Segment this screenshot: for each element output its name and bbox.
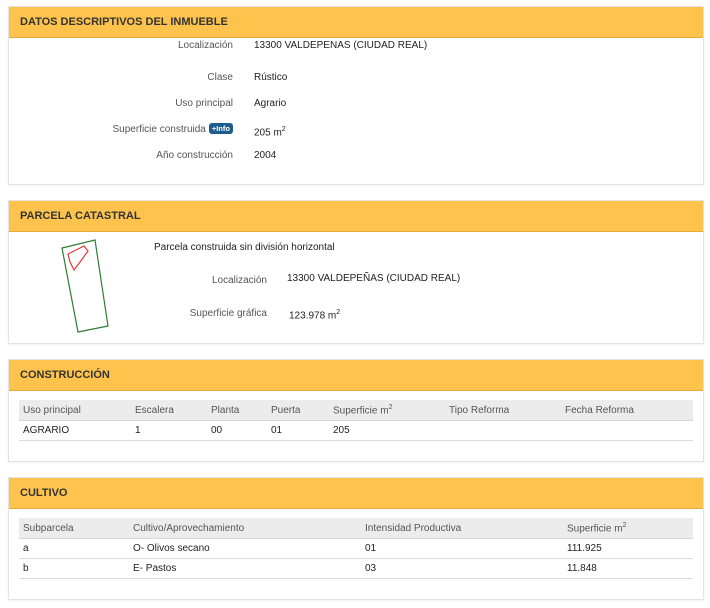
- construccion-cell-planta: 00: [207, 420, 267, 441]
- construccion-header-tipo-reforma: Tipo Reforma: [445, 400, 561, 421]
- inmueble-superficie-value: 205 m: [254, 127, 282, 139]
- inmueble-uso-label: Uso principal: [175, 98, 233, 109]
- info-badge-button[interactable]: +Info: [208, 123, 233, 134]
- construccion-header-uso: Uso principal: [19, 400, 131, 421]
- cultivo-header-superficie-group: Superficie m2: [563, 518, 693, 539]
- table-row: b E- Pastos 03 11.848: [19, 558, 693, 579]
- cultivo-cell-cultivo: O- Olivos secano: [129, 538, 361, 559]
- construccion-header-fecha-reforma: Fecha Reforma: [561, 400, 693, 421]
- construccion-cell-fecha-reforma: [561, 420, 693, 441]
- construccion-table: Uso principal Escalera Planta Puerta Sup…: [19, 400, 693, 441]
- construccion-cell-uso: AGRARIO: [19, 420, 131, 441]
- cultivo-cell-superficie: 11.848: [563, 558, 693, 579]
- cultivo-header-superficie: Superficie m: [567, 523, 623, 535]
- parcela-superficie-value-group: 123.978 m2: [289, 306, 340, 323]
- construccion-header-puerta: Puerta: [267, 400, 329, 421]
- cultivo-header-cultivo: Cultivo/Aprovechamiento: [129, 518, 361, 539]
- construccion-cell-escalera: 1: [131, 420, 207, 441]
- construccion-header-superficie: Superficie m: [333, 405, 389, 417]
- parcela-panel-title: PARCELA CATASTRAL: [9, 201, 703, 232]
- inmueble-anio-label: Año construcción: [156, 150, 233, 161]
- cultivo-cell-subparcela: a: [19, 538, 129, 559]
- table-row: a O- Olivos secano 01 111.925: [19, 538, 693, 559]
- inmueble-localizacion-value: 13300 VALDEPENAS (CIUDAD REAL): [254, 40, 428, 51]
- cultivo-panel-title: CULTIVO: [9, 478, 703, 509]
- inmueble-clase-label: Clase: [207, 72, 233, 83]
- inmueble-anio-value: 2004: [254, 150, 277, 161]
- parcel-map-thumbnail[interactable]: [58, 238, 114, 334]
- inmueble-superficie-unit-sup: 2: [281, 126, 286, 133]
- cultivo-table: Subparcela Cultivo/Aprovechamiento Inten…: [19, 518, 693, 579]
- parcela-descripcion: Parcela construida sin división horizont…: [154, 242, 335, 253]
- parcela-superficie-value: 123.978 m: [289, 310, 337, 322]
- parcela-superficie-label: Superficie gráfica: [189, 308, 267, 319]
- inmueble-superficie-label: Superficie construida: [112, 124, 206, 135]
- cultivo-cell-intensidad: 01: [361, 538, 563, 559]
- parcela-superficie-unit-sup: 2: [336, 309, 341, 316]
- cultivo-cell-superficie: 111.925: [563, 538, 693, 559]
- inmueble-clase-value: Rústico: [254, 72, 288, 83]
- construccion-header-escalera: Escalera: [131, 400, 207, 421]
- construccion-header-superficie-sup: 2: [388, 403, 393, 411]
- inmueble-superficie-label-group: Superficie construida +Info: [60, 123, 233, 137]
- construccion-header-superficie-group: Superficie m2: [329, 400, 445, 421]
- cultivo-cell-subparcela: b: [19, 558, 129, 579]
- inmueble-localizacion-label: Localización: [177, 40, 233, 51]
- cultivo-cell-intensidad: 03: [361, 558, 563, 579]
- construccion-panel-title: CONSTRUCCIÓN: [9, 360, 703, 391]
- cultivo-header-row: Subparcela Cultivo/Aprovechamiento Inten…: [19, 518, 693, 539]
- construccion-header-row: Uso principal Escalera Planta Puerta Sup…: [19, 400, 693, 421]
- construccion-cell-tipo-reforma: [445, 420, 561, 441]
- cultivo-header-intensidad: Intensidad Productiva: [361, 518, 563, 539]
- inmueble-uso-value: Agrario: [254, 98, 287, 109]
- inmueble-superficie-value-group: 205 m2: [254, 123, 286, 140]
- parcela-localizacion-value: 13300 VALDEPEÑAS (CIUDAD REAL): [287, 273, 461, 284]
- table-row: AGRARIO 1 00 01 205: [19, 420, 693, 441]
- parcela-localizacion-label: Localización: [211, 275, 267, 286]
- construccion-cell-puerta: 01: [267, 420, 329, 441]
- cultivo-header-subparcela: Subparcela: [19, 518, 129, 539]
- inmueble-panel-title: DATOS DESCRIPTIVOS DEL INMUEBLE: [9, 7, 703, 38]
- construccion-header-planta: Planta: [207, 400, 267, 421]
- construccion-cell-superficie: 205: [329, 420, 445, 441]
- cultivo-header-superficie-sup: 2: [622, 521, 627, 529]
- cultivo-cell-cultivo: E- Pastos: [129, 558, 361, 579]
